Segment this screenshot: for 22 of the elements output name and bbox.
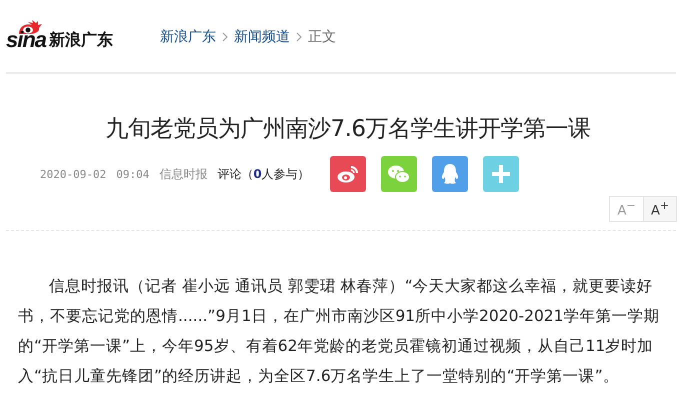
comments-link[interactable]: 评论（0人参与） [217,166,310,182]
chevron-icon [222,32,228,42]
qq-share-button[interactable] [432,156,468,192]
more-share-button[interactable] [483,156,519,192]
penguin-icon [440,163,460,185]
breadcrumb-link[interactable]: 新浪广东 [160,28,216,46]
plus-icon [491,164,511,184]
breadcrumb-current: 正文 [308,28,336,46]
chevron-icon [296,32,302,42]
news-source: 信息时报 [159,166,208,182]
font-increase-button[interactable]: A$^{+}$ [643,197,676,221]
publish-date: 2020-09-02 [40,168,106,180]
breadcrumb-link[interactable]: 新闻频道 [234,28,290,46]
weibo-eye-icon [337,165,359,183]
logo-name[interactable]: 新浪广东 [49,30,114,50]
article-title: 九旬老党员为广州南沙7.6万名学生讲开学第一课 [104,115,592,144]
article-paragraph: 信息时报讯（记者 崔小远 通讯员 郭雯珺 林春萍）“今天大家都这么幸福，就更要读好书，不要忘记党的恩情......”9月1日，在广州市南沙区91所中小学2020-2021学年第一学期的“开学第一课”上，今年95岁、有着62年党龄的老党员霍镜初通过视频，从自己11岁时加入“抗日儿童先锋团”的经历讲起，为全区7.6万名学生上了一堂特别的“开学第一课”。 [18,276,661,387]
logo-wordmark[interactable]: sina [6,30,46,50]
weibo-share-button[interactable] [330,156,366,192]
wechat-share-button[interactable] [381,156,417,192]
publish-time: 09:04 [116,168,150,180]
chat-bubbles-icon [387,164,411,184]
